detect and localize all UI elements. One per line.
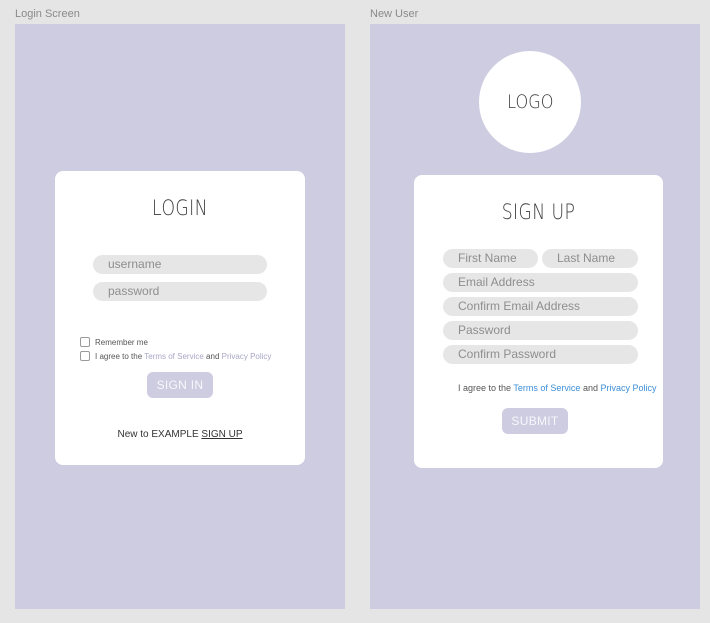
- last-name-input[interactable]: Last Name: [542, 249, 638, 268]
- agree-prefix: I agree to the: [95, 352, 143, 361]
- logo-text: LOGO: [506, 91, 554, 113]
- remember-me-label: Remember me: [95, 338, 148, 347]
- frame-label-new-user: New User: [370, 8, 419, 20]
- sign-in-button[interactable]: SIGN IN: [147, 372, 213, 398]
- confirm-email-input[interactable]: Confirm Email Address: [443, 297, 638, 316]
- agree-terms-checkbox[interactable]: [80, 351, 90, 361]
- agree-terms-text: I agree to the Terms of Service and Priv…: [95, 352, 271, 361]
- password-input[interactable]: Password: [443, 321, 638, 340]
- password-input[interactable]: password: [93, 282, 267, 301]
- username-input[interactable]: username: [93, 255, 267, 274]
- signup-agree-text: I agree to the Terms of Service and Priv…: [458, 383, 657, 393]
- signup-prompt: New to EXAMPLE SIGN UP: [55, 429, 305, 440]
- signup-terms-link[interactable]: Terms of Service: [513, 383, 580, 393]
- signup-card: SIGN UP First Name Last Name Email Addre…: [414, 175, 663, 468]
- login-screen-frame: LOGIN username password Remember me I ag…: [15, 24, 345, 609]
- email-input[interactable]: Email Address: [443, 273, 638, 292]
- signup-privacy-link[interactable]: Privacy Policy: [600, 383, 656, 393]
- agree-and: and: [206, 352, 220, 361]
- login-card: LOGIN username password Remember me I ag…: [55, 171, 305, 465]
- first-name-input[interactable]: First Name: [443, 249, 538, 268]
- logo-circle: LOGO: [479, 51, 581, 153]
- submit-button[interactable]: SUBMIT: [502, 408, 568, 434]
- sign-up-link[interactable]: SIGN UP: [201, 429, 242, 440]
- privacy-policy-link[interactable]: Privacy Policy: [222, 352, 272, 361]
- terms-of-service-link[interactable]: Terms of Service: [144, 352, 204, 361]
- signup-title: SIGN UP: [501, 200, 576, 224]
- frame-label-login: Login Screen: [15, 8, 80, 20]
- signup-agree-and: and: [582, 383, 598, 393]
- new-user-frame: LOGO SIGN UP First Name Last Name Email …: [370, 24, 700, 609]
- login-title: LOGIN: [152, 196, 208, 220]
- remember-me-checkbox[interactable]: [80, 337, 90, 347]
- confirm-password-input[interactable]: Confirm Password: [443, 345, 638, 364]
- signup-prompt-text: New to EXAMPLE: [117, 429, 199, 440]
- signup-agree-prefix: I agree to the: [458, 383, 512, 393]
